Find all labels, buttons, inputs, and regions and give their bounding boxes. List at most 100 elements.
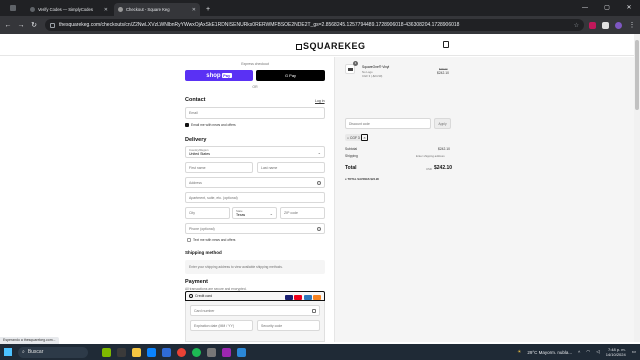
window-controls: — ▢ ✕ [574, 0, 640, 16]
forward-icon[interactable]: → [17, 22, 25, 29]
visa-icon [284, 294, 293, 300]
weather-text[interactable]: 29°C Mayorm. nubla... [527, 350, 572, 355]
taskbar-search[interactable]: ⌕ Buscar [18, 346, 88, 358]
minimize-icon[interactable]: — [574, 0, 596, 16]
volume-icon[interactable]: ◁ [596, 349, 599, 355]
tab-search-icon[interactable] [0, 0, 26, 16]
tray-chevron-icon[interactable]: ^ [578, 350, 580, 355]
landscape-widget-icon[interactable] [102, 347, 111, 357]
checkout-page: SQUAREKEG Express checkout shop Pay G Pay… [0, 34, 640, 342]
card-number-field[interactable]: Card number [190, 305, 320, 316]
app-icon[interactable] [222, 347, 231, 357]
notification-icon[interactable]: ▭ [632, 349, 636, 355]
shipping-method-heading: Shipping method [185, 250, 222, 255]
maximize-icon[interactable]: ▢ [596, 0, 618, 16]
profile-avatar-icon[interactable] [615, 21, 622, 29]
zip-field[interactable]: ZIP code [280, 207, 325, 219]
app-icon[interactable] [237, 347, 246, 357]
browser-toolbar: ← → ↻ thesquarekeg.com/checkouts/cn/Z2Nw… [0, 16, 640, 34]
expiry-field[interactable]: Expiration date (MM / YY) [190, 320, 253, 331]
apply-button[interactable]: Apply [434, 118, 451, 129]
tab-title: Verify Codes — SimplyCodes [38, 7, 93, 12]
shopping-bag-icon[interactable] [443, 41, 449, 48]
apartment-field[interactable]: Apartment, suite, etc. (optional) [185, 192, 325, 203]
extension-icon[interactable] [589, 21, 596, 29]
spotify-icon[interactable] [192, 347, 201, 357]
discount-tag: ⌂ CGF 3 [345, 134, 362, 141]
item-price: $242.10 [437, 71, 449, 75]
lock-icon [312, 309, 316, 313]
contact-heading: Contact [185, 97, 206, 103]
reload-icon[interactable]: ↻ [30, 21, 38, 29]
discover-icon [313, 294, 321, 300]
country-select[interactable]: Country/Region United States ⌄ [185, 146, 325, 158]
total-value: $242.10 [434, 165, 453, 171]
close-window-icon[interactable]: ✕ [618, 0, 640, 16]
shipping-label: Shipping [345, 154, 358, 158]
scrollbar-thumb[interactable] [635, 40, 639, 110]
edge-icon[interactable] [147, 347, 156, 357]
logo-square-icon [296, 44, 302, 50]
task-view-icon[interactable] [117, 347, 126, 357]
last-name-field[interactable]: Last name [257, 162, 325, 173]
search-icon: ⌕ [22, 349, 25, 355]
browser-tabstrip: Verify Codes — SimplyCodes ✕ Checkout - … [0, 0, 640, 16]
amex-icon [303, 294, 312, 300]
browser-status-text: Esperando a thesquarekeg.com... [0, 337, 59, 344]
news-checkbox[interactable] [185, 123, 189, 127]
tab-verify-codes[interactable]: Verify Codes — SimplyCodes ✕ [26, 3, 112, 16]
chevron-down-icon: ⌄ [269, 211, 273, 216]
windows-taskbar: ⌕ Buscar ☀ 29°C Mayorm. nubla... ^ ◠ ◁ 7:… [0, 344, 640, 360]
site-info-icon[interactable] [50, 22, 55, 28]
close-icon[interactable]: ✕ [104, 7, 108, 13]
url-text: thesquarekeg.com/checkouts/cn/Z2NwLXVzLW… [59, 22, 460, 28]
back-icon[interactable]: ← [4, 22, 12, 29]
security-code-field[interactable]: Security code [257, 320, 320, 331]
squarekeg-favicon-icon [118, 7, 123, 12]
system-tray: ☀ 29°C Mayorm. nubla... ^ ◠ ◁ 7:48 p. m.… [517, 347, 636, 357]
discount-code-input[interactable]: Discount code [345, 118, 431, 129]
total-savings: ● TOTAL SAVINGS $24.90 [345, 177, 379, 181]
address-bar[interactable]: thesquarekeg.com/checkouts/cn/Z2NwLXVzLW… [45, 19, 584, 31]
store-logo[interactable]: SQUAREKEG [296, 41, 366, 51]
extensions-puzzle-icon[interactable] [602, 21, 609, 29]
search-icon [317, 181, 321, 185]
email-field[interactable]: Email [185, 107, 325, 119]
login-link[interactable]: Log in [315, 99, 325, 103]
page-scrollbar[interactable] [634, 34, 640, 342]
text-offers-label: Text me with news and offers [193, 238, 236, 242]
credit-card-option[interactable]: Credit card [185, 291, 325, 301]
text-offers-checkbox[interactable] [187, 238, 191, 242]
payment-method-label: Credit card [195, 294, 213, 298]
subtotal-value: $242.10 [438, 147, 450, 151]
wifi-icon[interactable]: ◠ [586, 349, 590, 355]
chrome-icon[interactable] [177, 347, 186, 357]
simplycodes-favicon-icon [30, 7, 35, 12]
phone-field[interactable]: Phone (optional) [185, 223, 325, 234]
delivery-heading: Delivery [185, 137, 207, 143]
bookmark-star-icon[interactable]: ☆ [574, 22, 579, 29]
help-icon[interactable] [317, 227, 321, 231]
remove-discount-button[interactable]: × [361, 134, 368, 141]
news-checkbox-label: Email me with news and offers [191, 123, 236, 127]
menu-kebab-icon[interactable]: ⋮ [628, 21, 636, 29]
google-pay-button[interactable]: G Pay [256, 70, 325, 81]
store-icon[interactable] [162, 347, 171, 357]
address-field[interactable]: Address [185, 177, 325, 188]
new-tab-button[interactable]: + [202, 3, 214, 16]
app-icon[interactable] [207, 347, 216, 357]
chevron-down-icon: ⌄ [317, 150, 321, 155]
weather-icon[interactable]: ☀ [517, 349, 521, 355]
file-explorer-icon[interactable] [132, 347, 141, 357]
radio-selected[interactable] [189, 294, 193, 298]
tab-checkout[interactable]: Checkout - Square Keg ✕ [114, 3, 200, 16]
city-field[interactable]: City [185, 207, 230, 219]
state-select[interactable]: State Texas ⌄ [232, 207, 277, 219]
or-divider: OR [252, 85, 258, 89]
windows-start-icon[interactable] [4, 348, 12, 356]
shop-pay-button[interactable]: shop Pay [185, 70, 253, 81]
shipping-value: Enter shipping address [416, 154, 445, 158]
first-name-field[interactable]: First name [185, 162, 253, 173]
clock[interactable]: 7:48 p. m. 14/10/2024 [606, 347, 626, 357]
close-icon[interactable]: ✕ [192, 7, 196, 13]
